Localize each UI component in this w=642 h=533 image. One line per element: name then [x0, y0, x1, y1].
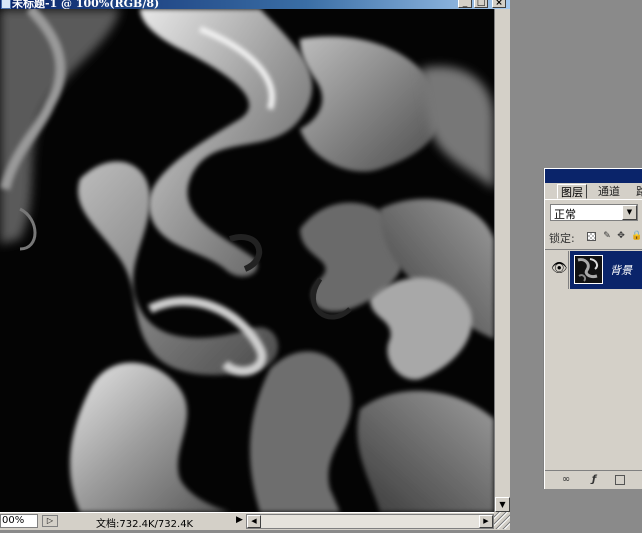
visibility-toggle[interactable]: 👁 [547, 251, 569, 289]
layers-panel: 图层 通道 路 正常 ▼ 锁定: ✎ ✥ 🔒 👁 背景 [544, 168, 642, 489]
tab-channels[interactable]: 通道 [595, 184, 623, 199]
scroll-down-button[interactable]: ▼ [495, 497, 510, 512]
layer-style-icon[interactable]: ƒ [587, 474, 601, 486]
scroll-right-button[interactable]: ▶ [479, 515, 493, 528]
blend-mode-value: 正常 [554, 208, 576, 221]
tab-paths[interactable]: 路 [633, 184, 642, 199]
photoshop-document-icon [1, 0, 11, 9]
document-title: 未标题-1 @ 100%(RGB/8) [12, 0, 160, 9]
minimize-button[interactable]: _ [458, 0, 472, 8]
swirl-artwork [0, 9, 494, 512]
lock-label: 锁定: [549, 232, 575, 245]
new-layer-icon[interactable] [615, 475, 625, 485]
blend-mode-select[interactable]: 正常 ▼ [550, 204, 638, 221]
document-titlebar[interactable]: 未标题-1 @ 100%(RGB/8) _ □ × [0, 0, 510, 9]
zoom-input[interactable]: 00% [0, 514, 38, 528]
status-info-arrow-icon[interactable]: ▶ [236, 515, 243, 525]
lock-position-icon[interactable]: ✥ [616, 231, 626, 241]
divider [545, 249, 642, 250]
resize-grip[interactable] [494, 512, 510, 529]
lock-row: 锁定: ✎ ✥ 🔒 [549, 230, 642, 245]
panel-bottom-bar: ∞ ƒ [545, 470, 642, 489]
status-bar: 00% ▷ 文档:732.4K/732.4K ▶ ◀ ▶ [0, 512, 510, 530]
scroll-left-button[interactable]: ◀ [247, 515, 261, 528]
lock-pixels-icon[interactable]: ✎ [602, 231, 612, 241]
selected-layer[interactable]: 背景 [570, 251, 642, 289]
layer-row-background[interactable]: 👁 背景 [545, 251, 642, 289]
lock-all-icon[interactable]: 🔒 [631, 231, 642, 241]
tab-layers[interactable]: 图层 [557, 184, 587, 199]
tab-divider [545, 199, 642, 200]
layer-thumbnail-image [575, 256, 602, 283]
lock-transparency-icon[interactable] [587, 232, 596, 241]
eye-icon: 👁 [551, 261, 568, 276]
layer-name[interactable]: 背景 [610, 262, 632, 278]
panel-tabs: 图层 通道 路 [549, 184, 642, 199]
vertical-scrollbar[interactable]: ▼ [494, 9, 510, 512]
document-size: 文档:732.4K/732.4K [96, 519, 194, 530]
document-window: 未标题-1 @ 100%(RGB/8) _ □ × ▼ 00% ▷ 文档:732… [0, 0, 510, 533]
maximize-button[interactable]: □ [474, 0, 488, 8]
status-menu-button[interactable]: ▷ [42, 515, 58, 527]
image-canvas[interactable] [0, 9, 494, 512]
close-button[interactable]: × [492, 0, 506, 8]
panel-titlebar[interactable] [545, 169, 642, 183]
horizontal-scrollbar[interactable]: ◀ ▶ [246, 514, 494, 529]
layer-thumbnail [574, 255, 603, 284]
chevron-down-icon[interactable]: ▼ [622, 205, 637, 220]
link-icon[interactable]: ∞ [559, 474, 573, 486]
